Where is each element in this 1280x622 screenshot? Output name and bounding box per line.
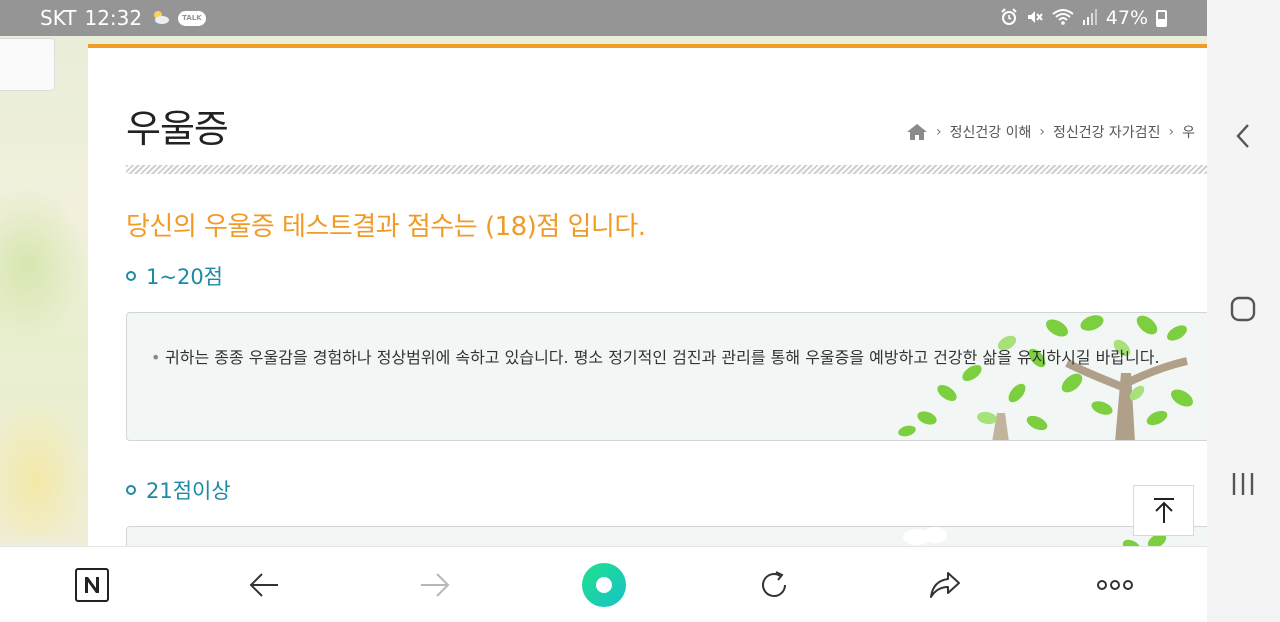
- tree-illustration: [898, 315, 1193, 440]
- chevron-right-icon: ›: [936, 124, 942, 140]
- side-panel-tab[interactable]: [0, 38, 55, 91]
- kakaotalk-icon: TALK: [178, 10, 206, 26]
- battery-icon: [1156, 9, 1167, 27]
- ring-bullet-icon: [126, 485, 136, 495]
- arrow-up-to-line-icon: [1153, 497, 1174, 523]
- result-description-box: • 귀하는 종종 우울감을 경험하나 정상범위에 속하고 있습니다. 평소 정기…: [126, 312, 1207, 441]
- weather-icon: [150, 8, 170, 29]
- naver-green-dot-button[interactable]: [580, 561, 628, 609]
- chevron-right-icon: ›: [1039, 124, 1045, 140]
- section-heading-label: 1~20점: [146, 265, 223, 289]
- breadcrumb-item[interactable]: 정신건강 자가검진: [1053, 122, 1161, 142]
- breadcrumb-item[interactable]: 정신건강 이해: [950, 122, 1032, 142]
- clock: 12:32: [84, 6, 143, 30]
- signal-icon: [1082, 8, 1098, 29]
- share-button[interactable]: [923, 563, 967, 607]
- ring-bullet-icon: [126, 271, 136, 281]
- bullet-dot-icon: •: [151, 348, 161, 367]
- status-bar: SKT 12:32 TALK 47%: [0, 0, 1207, 36]
- back-button[interactable]: [242, 563, 286, 607]
- naver-home-button[interactable]: [70, 563, 114, 607]
- nav-home-button[interactable]: [1223, 289, 1263, 329]
- alarm-icon: [1000, 7, 1018, 29]
- nav-back-icon: [1236, 124, 1249, 148]
- section-heading-label: 21점이상: [146, 479, 231, 503]
- breadcrumb: › 정신건강 이해 › 정신건강 자가검진 › 우: [906, 122, 1195, 142]
- result-description: • 귀하는 종종 우울감을 경험하나 정상범위에 속하고 있습니다. 평소 정기…: [151, 343, 1207, 372]
- result-description-box: [126, 526, 1207, 546]
- scroll-to-top-button[interactable]: [1133, 485, 1194, 536]
- carrier-label: SKT: [40, 6, 77, 30]
- refresh-icon: [762, 571, 786, 597]
- page-title: 우울증: [126, 107, 229, 151]
- content-card: 우울증 › 정신건강 이해 › 정신건강 자가검진 › 우 당신의 우울증 테스…: [88, 44, 1207, 546]
- green-dot-icon: [582, 563, 626, 607]
- breadcrumb-item[interactable]: 우: [1182, 122, 1195, 142]
- title-divider: [126, 165, 1207, 174]
- section-heading: 21점이상: [126, 475, 231, 505]
- more-icon: [1097, 580, 1133, 590]
- status-left: SKT 12:32 TALK: [40, 6, 206, 30]
- more-button[interactable]: [1093, 563, 1137, 607]
- chevron-right-icon: ›: [1168, 124, 1175, 140]
- battery-percent: 47%: [1105, 7, 1148, 29]
- result-description-text: 귀하는 종종 우울감을 경험하나 정상범위에 속하고 있습니다. 평소 정기적인…: [165, 348, 1160, 367]
- home-icon[interactable]: [906, 123, 928, 141]
- nav-home-icon: [1230, 296, 1256, 322]
- background-blur: [0, 396, 88, 536]
- section-heading: 1~20점: [126, 261, 223, 291]
- naver-home-icon: [75, 568, 109, 602]
- browser-toolbar: [0, 546, 1207, 622]
- back-arrow-icon: [249, 573, 278, 597]
- forward-button[interactable]: [413, 563, 457, 607]
- nav-recents-button[interactable]: [1223, 464, 1263, 504]
- refresh-button[interactable]: [752, 563, 796, 607]
- nav-recents-icon: [1232, 473, 1254, 495]
- system-navigation-bar: [1207, 0, 1280, 622]
- share-icon: [930, 572, 960, 598]
- mute-icon: [1026, 8, 1044, 29]
- test-result-heading: 당신의 우울증 테스트결과 점수는 (18)점 입니다.: [126, 212, 646, 242]
- wifi-icon: [1052, 8, 1074, 29]
- forward-arrow-icon: [421, 573, 450, 597]
- background-blur: [0, 186, 88, 346]
- nav-back-button[interactable]: [1223, 116, 1263, 156]
- status-right: 47%: [1000, 7, 1167, 29]
